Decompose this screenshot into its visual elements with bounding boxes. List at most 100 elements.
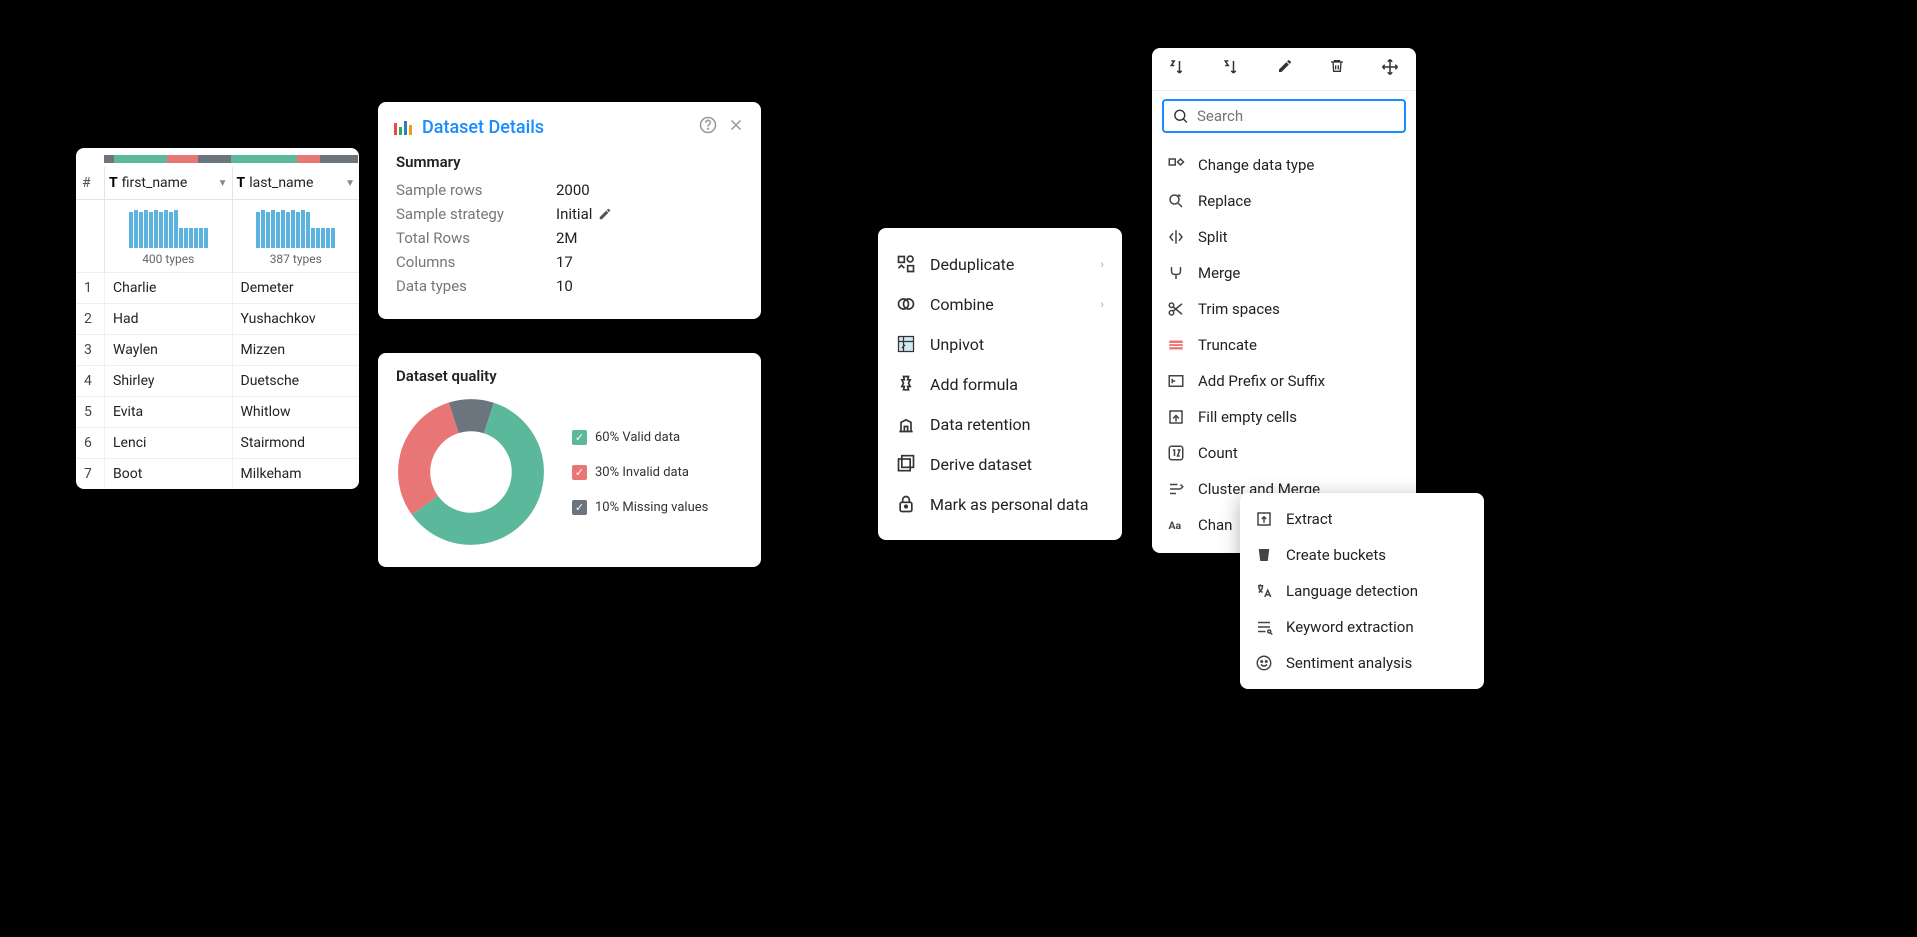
move-icon[interactable] bbox=[1381, 58, 1399, 80]
table-row[interactable]: 7BootMilkeham bbox=[76, 458, 359, 489]
submenu-lang[interactable]: Language detection bbox=[1240, 573, 1484, 609]
submenu-keyword[interactable]: Keyword extraction bbox=[1240, 609, 1484, 645]
action-label: Deduplicate bbox=[930, 255, 1014, 274]
table-row[interactable]: 4ShirleyDuetsche bbox=[76, 365, 359, 396]
sort-za-icon[interactable] bbox=[1223, 58, 1241, 80]
cell-last-name: Duetsche bbox=[232, 366, 360, 396]
action-label: Mark as personal data bbox=[930, 495, 1088, 514]
panel-title: Dataset Details bbox=[422, 117, 544, 138]
cell-first-name: Lenci bbox=[104, 428, 232, 458]
submenu-label: Sentiment analysis bbox=[1286, 654, 1412, 672]
submenu-label: Extract bbox=[1286, 510, 1333, 528]
summary-value: Initial bbox=[556, 205, 612, 223]
tool-fill[interactable]: Fill empty cells bbox=[1152, 399, 1416, 435]
submenu-label: Keyword extraction bbox=[1286, 618, 1414, 636]
chevron-right-icon: › bbox=[1100, 297, 1104, 311]
row-index: 5 bbox=[76, 397, 104, 427]
index-header: # bbox=[76, 167, 104, 199]
sort-az-icon[interactable] bbox=[1169, 58, 1187, 80]
quality-donut-chart bbox=[396, 397, 546, 547]
table-row[interactable]: 1CharlieDemeter bbox=[76, 272, 359, 303]
summary-row: Sample strategyInitial bbox=[396, 205, 743, 223]
cell-first-name: Charlie bbox=[104, 273, 232, 303]
search-input[interactable] bbox=[1197, 107, 1396, 125]
search-icon bbox=[1172, 107, 1189, 125]
action-formula[interactable]: Add formula bbox=[878, 364, 1122, 404]
summary-label: Columns bbox=[396, 253, 556, 271]
tool-truncate[interactable]: Truncate bbox=[1152, 327, 1416, 363]
extract-icon bbox=[1254, 509, 1274, 529]
column-name: last_name bbox=[249, 175, 313, 191]
legend-swatch: ✓ bbox=[572, 500, 587, 515]
summary-value: 2000 bbox=[556, 181, 590, 199]
search-box[interactable] bbox=[1162, 99, 1406, 133]
dropdown-icon[interactable]: ▼ bbox=[218, 178, 228, 189]
quality-legend: ✓60% Valid data✓30% Invalid data✓10% Mis… bbox=[572, 430, 708, 515]
action-dedup[interactable]: Deduplicate› bbox=[878, 244, 1122, 284]
tool-split[interactable]: Split bbox=[1152, 219, 1416, 255]
action-retention[interactable]: Data retention bbox=[878, 404, 1122, 444]
close-icon[interactable] bbox=[727, 116, 745, 139]
case-icon: Aa bbox=[1166, 515, 1186, 535]
tool-merge[interactable]: Merge bbox=[1152, 255, 1416, 291]
fill-icon bbox=[1166, 407, 1186, 427]
legend-item: ✓30% Invalid data bbox=[572, 465, 708, 480]
delete-icon[interactable] bbox=[1329, 58, 1345, 80]
tool-trim[interactable]: Trim spaces bbox=[1152, 291, 1416, 327]
histogram-row: 400 types 387 types bbox=[76, 200, 359, 272]
cell-first-name: Had bbox=[104, 304, 232, 334]
edit-icon[interactable] bbox=[1277, 58, 1293, 80]
dropdown-icon[interactable]: ▼ bbox=[345, 178, 355, 189]
merge-icon bbox=[1166, 263, 1186, 283]
tool-type[interactable]: Change data type bbox=[1152, 147, 1416, 183]
row-index: 3 bbox=[76, 335, 104, 365]
histogram-first-name: 400 types bbox=[104, 200, 232, 272]
dataset-details-panel: Dataset Details Summary Sample rows2000S… bbox=[378, 102, 761, 319]
summary-label: Total Rows bbox=[396, 229, 556, 247]
column-quality-strip-2 bbox=[231, 155, 358, 163]
tool-count[interactable]: Count bbox=[1152, 435, 1416, 471]
column-header-first-name[interactable]: T first_name ▼ bbox=[104, 167, 232, 199]
quality-heading: Dataset quality bbox=[396, 367, 743, 385]
table-row[interactable]: 6LenciStairmond bbox=[76, 427, 359, 458]
action-personal[interactable]: Mark as personal data bbox=[878, 484, 1122, 524]
cell-first-name: Boot bbox=[104, 459, 232, 489]
tool-label: Add Prefix or Suffix bbox=[1198, 372, 1325, 390]
logo-icon bbox=[394, 121, 412, 135]
action-combine[interactable]: Combine› bbox=[878, 284, 1122, 324]
legend-label: 10% Missing values bbox=[595, 500, 708, 515]
submenu-bucket[interactable]: Create buckets bbox=[1240, 537, 1484, 573]
text-type-icon: T bbox=[237, 175, 246, 191]
sentiment-icon bbox=[1254, 653, 1274, 673]
row-index: 7 bbox=[76, 459, 104, 489]
split-icon bbox=[1166, 227, 1186, 247]
edit-icon[interactable] bbox=[598, 207, 612, 221]
legend-swatch: ✓ bbox=[572, 465, 587, 480]
submenu-sentiment[interactable]: Sentiment analysis bbox=[1240, 645, 1484, 681]
column-header-last-name[interactable]: T last_name ▼ bbox=[232, 167, 360, 199]
tool-replace[interactable]: Replace bbox=[1152, 183, 1416, 219]
action-derive[interactable]: Derive dataset bbox=[878, 444, 1122, 484]
help-icon[interactable] bbox=[699, 116, 717, 139]
table-row[interactable]: 2HadYushachkov bbox=[76, 303, 359, 334]
submenu-extract[interactable]: Extract bbox=[1240, 501, 1484, 537]
summary-value: 2M bbox=[556, 229, 578, 247]
tool-label: Count bbox=[1198, 444, 1238, 462]
table-row[interactable]: 5EvitaWhitlow bbox=[76, 396, 359, 427]
table-row[interactable]: 3WaylenMizzen bbox=[76, 334, 359, 365]
summary-label: Data types bbox=[396, 277, 556, 295]
summary-row: Data types10 bbox=[396, 277, 743, 295]
tool-prefix[interactable]: Add Prefix or Suffix bbox=[1152, 363, 1416, 399]
formula-icon bbox=[896, 374, 916, 394]
cluster-icon bbox=[1166, 479, 1186, 499]
transform-tools-panel: Change data type Replace SplitMergeTrim sp… bbox=[1152, 48, 1416, 553]
cell-first-name: Evita bbox=[104, 397, 232, 427]
action-unpivot[interactable]: Unpivot bbox=[878, 324, 1122, 364]
cell-last-name: Yushachkov bbox=[232, 304, 360, 334]
row-index: 2 bbox=[76, 304, 104, 334]
unpivot-icon bbox=[896, 334, 916, 354]
tool-label: Replace bbox=[1198, 192, 1251, 210]
histogram-types-count: 400 types bbox=[113, 252, 224, 266]
cell-last-name: Stairmond bbox=[232, 428, 360, 458]
dataset-quality-panel: Dataset quality ✓60% Valid data✓30% Inva… bbox=[378, 353, 761, 567]
